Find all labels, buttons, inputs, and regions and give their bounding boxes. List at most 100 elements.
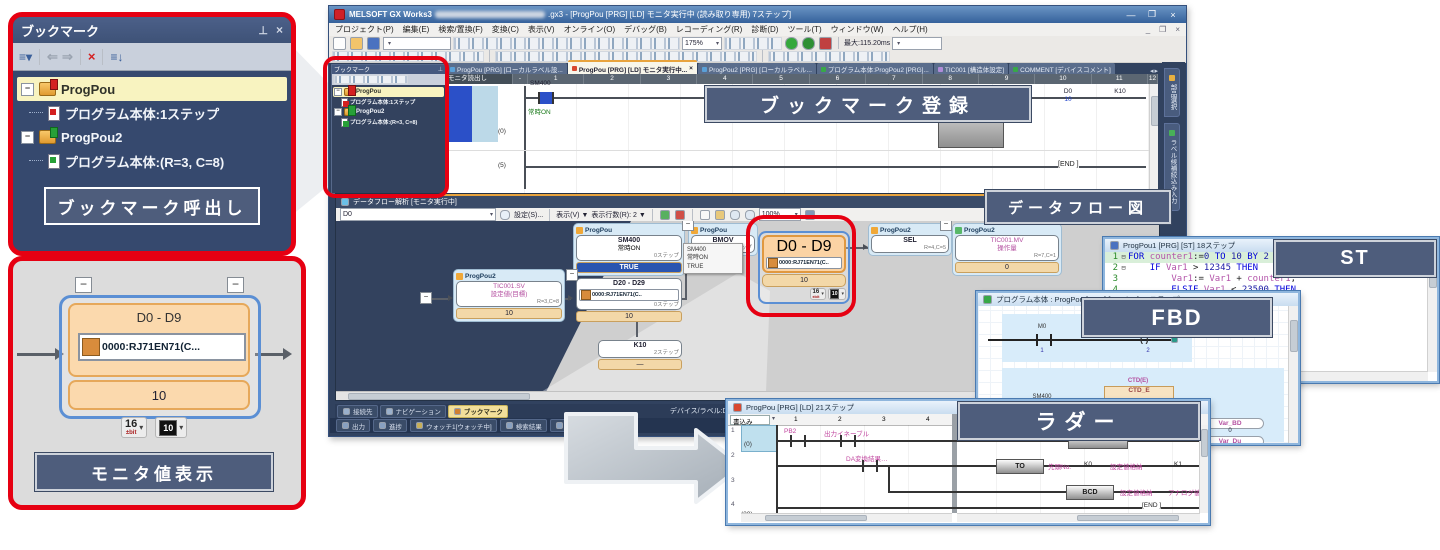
tree-item-body2[interactable]: プログラム本体:(R=3, C=8) [17, 149, 287, 173]
ladder-window-vscroll[interactable] [1199, 425, 1208, 513]
sort-icon[interactable]: ≡↓ [110, 50, 123, 64]
prev-bookmark-icon[interactable]: ⇐ [47, 49, 58, 65]
menu-online[interactable]: オンライン(O) [564, 24, 616, 35]
tab-close-icon[interactable]: × [689, 65, 693, 72]
contact-da[interactable] [862, 460, 878, 472]
ladder-mode-selector[interactable]: 書込み [730, 415, 770, 425]
tab-connection[interactable]: 接続先 [337, 405, 378, 418]
tab-element-selection[interactable]: 部品選択 [1164, 68, 1180, 117]
collapse-icon-left[interactable] [75, 277, 92, 293]
radix-format-dropdown[interactable]: 10 ▾ [155, 417, 187, 438]
dfnode-d20[interactable]: D20 - D29 0000:RJ71EN71(C.. 0ステップ 10 [573, 275, 685, 325]
end-instruction[interactable]: [END ] [1142, 502, 1161, 509]
tab-progpou-ld-monitor[interactable]: ProgPou [PRG] [LD] モニタ実行中...× [568, 60, 697, 75]
radix-format-dropdown[interactable]: 10 ▾ [828, 288, 846, 300]
monitor-start-icon[interactable] [785, 37, 798, 50]
close-button[interactable]: × [1164, 10, 1182, 20]
bit-format-dropdown[interactable]: 16±bit ▾ [121, 417, 147, 438]
collapse-icon-bmov[interactable] [682, 221, 694, 231]
zoom-out-icon[interactable] [745, 210, 755, 220]
dataflow-search-input[interactable]: D0 [340, 208, 496, 221]
ladder-hscroll-left[interactable] [741, 513, 952, 522]
toolbar-icons[interactable] [453, 37, 680, 50]
menu-recording[interactable]: レコーディング(R) [676, 24, 743, 35]
mdi-minimize-icon[interactable]: _ [1146, 25, 1150, 34]
toolbar-combo[interactable] [383, 37, 451, 50]
toolbar-icons-3[interactable] [332, 51, 484, 62]
next-bookmark-icon[interactable]: ⇒ [62, 49, 73, 65]
operand-d0[interactable]: D0 10 [1048, 88, 1088, 104]
layout-icon[interactable] [805, 210, 815, 220]
ladder-vscrollbar[interactable] [1149, 84, 1158, 193]
watch-icon[interactable] [819, 37, 832, 50]
dataflow-zoom-combo[interactable]: 100% [759, 208, 801, 221]
refresh-icon[interactable] [660, 210, 670, 220]
monitor-stop-icon[interactable] [802, 37, 815, 50]
contact-pb2[interactable] [790, 435, 806, 447]
zoom-in-icon[interactable] [730, 210, 740, 220]
d0-node-zoomed[interactable]: D0 - D9 0000:RJ71EN71(C... 10 [59, 295, 261, 419]
menu-project[interactable]: プロジェクト(P) [335, 24, 394, 35]
dfnode-k10[interactable]: K10 2ステップ — [595, 337, 685, 373]
menu-edit[interactable]: 編集(E) [403, 24, 430, 35]
search-icon[interactable] [500, 210, 510, 220]
close-icon[interactable]: × [276, 23, 283, 37]
pan-hand-icon[interactable] [715, 210, 725, 220]
contact-enable[interactable] [840, 435, 856, 447]
dock-progress[interactable]: 進捗 [373, 419, 407, 432]
bcd-instruction[interactable]: BCD [1066, 485, 1114, 500]
to-instruction[interactable]: TO [996, 459, 1044, 474]
new-project-icon[interactable] [333, 37, 346, 50]
collapse-icon-sel[interactable] [940, 221, 952, 231]
tab-navigation[interactable]: ナビゲーション [380, 405, 446, 418]
toolbar-icons-4[interactable] [768, 51, 890, 62]
tree-item-progpou2[interactable]: ProgPou2 [17, 125, 287, 149]
menu-diagnostics[interactable]: 診断(D) [751, 24, 778, 35]
menu-convert[interactable]: 変換(C) [492, 24, 519, 35]
split-divider[interactable] [952, 414, 957, 513]
tree-item-progpou[interactable]: ProgPou [17, 77, 287, 101]
bit-format-dropdown[interactable]: 16±bit ▾ [810, 288, 826, 300]
scan-combo[interactable] [892, 37, 942, 50]
minimize-button[interactable]: — [1122, 10, 1140, 20]
ladder-selected-cell-2[interactable] [472, 86, 498, 142]
dock-toolbar-icons[interactable] [334, 75, 408, 84]
toolbar-icons-2[interactable] [724, 37, 782, 50]
collapse-icon[interactable] [21, 131, 34, 144]
dfnode-ticmv-group[interactable]: ProgPou2 TIC001.MV 操作量 R=7,C=1 0 [952, 223, 1062, 276]
ladder-mode-cell[interactable]: モニタ読出し [446, 74, 513, 84]
menu-tool[interactable]: ツール(T) [787, 24, 821, 35]
collapse-icon[interactable] [420, 292, 432, 304]
dataflow-settings-button[interactable]: 設定(S)... [514, 210, 543, 220]
delete-all-bookmarks-icon[interactable]: × [88, 49, 96, 64]
zoom-combo[interactable]: 175% [682, 37, 722, 50]
dock-output[interactable]: 出力 [336, 419, 370, 432]
menu-find[interactable]: 検索/置換(F) [438, 24, 482, 35]
save-project-icon[interactable] [367, 37, 380, 50]
dfnode-ticsv-group[interactable]: ProgPou2 TIC001.SV 設定値(目標) R=3,C=8 10 [453, 269, 565, 322]
menu-help[interactable]: ヘルプ(H) [893, 24, 928, 35]
fbd-contact-m0[interactable] [1036, 334, 1052, 346]
ladder-selected-cell[interactable] [446, 86, 472, 142]
dock-pin-icon[interactable]: ⊥ [438, 66, 443, 73]
dock-tree-progpou[interactable]: ProgPou [333, 87, 444, 97]
menu-debug[interactable]: デバッグ(B) [624, 24, 667, 35]
pin-icon[interactable]: ⊥ [258, 24, 268, 37]
operand-k10[interactable]: K10 [1100, 88, 1140, 96]
maximize-button[interactable]: ❐ [1143, 9, 1161, 20]
mode-dropdown-icon[interactable]: ▾ [772, 415, 775, 422]
open-project-icon[interactable] [350, 37, 363, 50]
bookmark-list-icon[interactable]: ≡▾ [19, 50, 32, 64]
dock-find-results[interactable]: 検索結果 [500, 419, 547, 432]
tree-item-body1[interactable]: プログラム本体:1ステップ [17, 101, 287, 125]
menu-view[interactable]: 表示(V) [528, 24, 555, 35]
fbd-vscrollbar[interactable] [1288, 306, 1298, 443]
collapse-icon-d20[interactable] [566, 269, 578, 281]
dataflow-rows-button[interactable]: 表示行数(R): 2 ▼ [591, 210, 645, 220]
mdi-restore-icon[interactable]: ❐ [1159, 25, 1166, 34]
dock-tree-body2[interactable]: プログラム本体:(R=3, C=8) [333, 117, 444, 127]
contact-sm400[interactable] [538, 92, 554, 104]
ladder-header-dash[interactable]: - [513, 74, 528, 84]
mdi-close-icon[interactable]: × [1175, 25, 1180, 34]
collapse-icon[interactable] [21, 83, 34, 96]
